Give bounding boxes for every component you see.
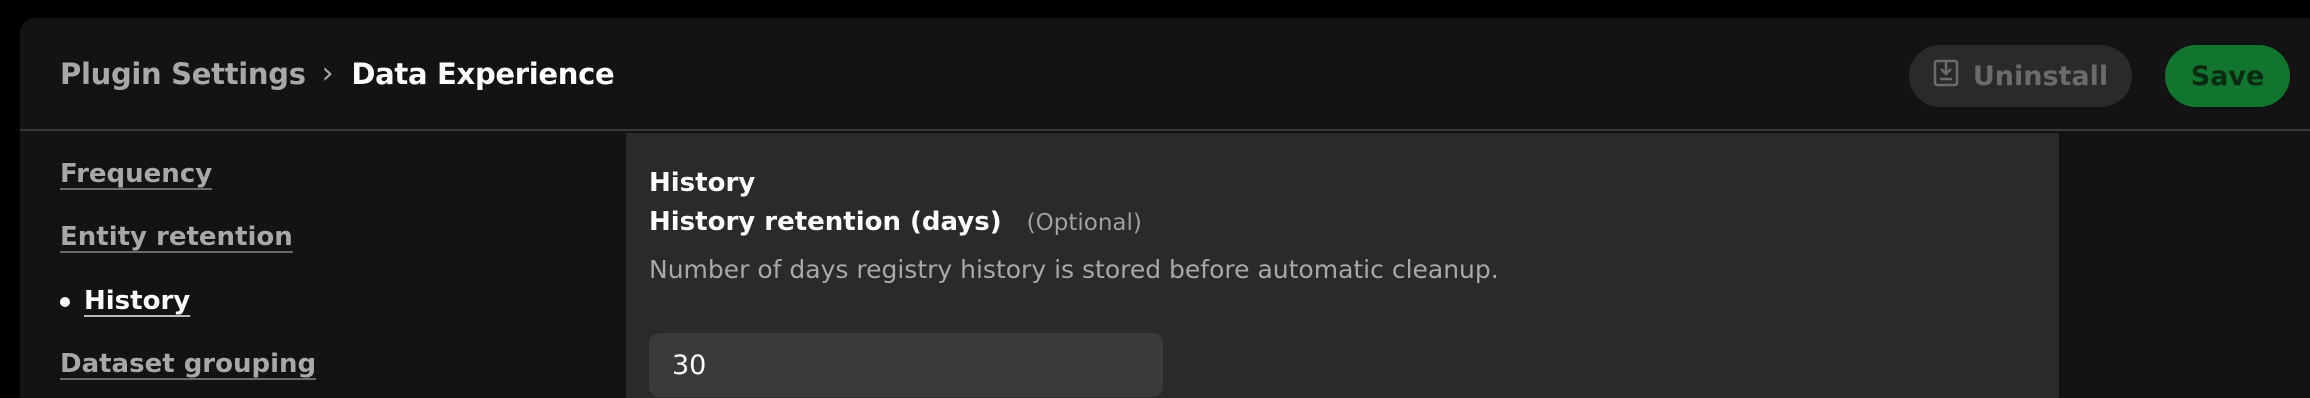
- section-title: History: [649, 168, 756, 198]
- history-retention-input[interactable]: [649, 333, 1163, 397]
- breadcrumb: Plugin Settings › Data Experience: [60, 56, 615, 91]
- save-label: Save: [2190, 60, 2265, 92]
- download-box-icon: [1933, 59, 1959, 94]
- save-button[interactable]: Save: [2165, 45, 2290, 107]
- uninstall-button[interactable]: Uninstall: [1909, 45, 2132, 107]
- settings-panel: History History retention (days) (Option…: [626, 133, 2059, 398]
- app-window: Plugin Settings › Data Experience Uninst…: [20, 18, 2310, 398]
- sidebar-nav: Frequency Entity retention History Datas…: [60, 131, 620, 398]
- field-label: History retention (days) (Optional): [649, 207, 1142, 237]
- header: Plugin Settings › Data Experience Uninst…: [20, 18, 2310, 131]
- field-label-text: History retention (days): [649, 207, 1002, 237]
- sidebar-item-dataset-grouping[interactable]: Dataset grouping: [60, 349, 316, 379]
- sidebar-item-frequency[interactable]: Frequency: [60, 159, 212, 189]
- breadcrumb-plugin-settings[interactable]: Plugin Settings: [60, 57, 306, 91]
- optional-tag: (Optional): [1026, 210, 1142, 236]
- sidebar-item-history[interactable]: History: [84, 286, 190, 316]
- active-bullet-icon: [60, 297, 70, 307]
- chevron-right-icon: ›: [321, 56, 334, 91]
- uninstall-label: Uninstall: [1972, 60, 2109, 92]
- page-title: Data Experience: [351, 56, 615, 91]
- field-description: Number of days registry history is store…: [649, 255, 1499, 284]
- sidebar-item-entity-retention[interactable]: Entity retention: [60, 222, 293, 252]
